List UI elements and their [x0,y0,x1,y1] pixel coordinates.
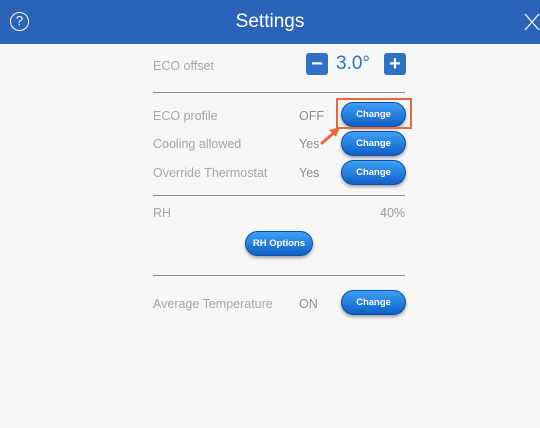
override-thermostat-status: Yes [299,166,320,180]
eco-profile-label: ECO profile [153,109,218,123]
divider [153,92,405,93]
average-temperature-change-button[interactable]: Change [341,290,406,315]
override-thermostat-change-button[interactable]: Change [341,160,406,185]
minus-icon[interactable]: − [306,53,328,75]
cooling-allowed-change-button[interactable]: Change [341,131,406,156]
cooling-allowed-label: Cooling allowed [153,137,242,151]
highlight-box [336,98,412,129]
divider [153,195,405,196]
rh-value: 40% [380,206,406,220]
divider [153,275,405,276]
rh-options-button[interactable]: RH Options [245,231,313,256]
settings-header: ? Settings [0,0,540,44]
rh-label: RH [153,206,172,220]
page-title: Settings [235,11,305,32]
eco-offset-label: ECO offset [153,59,214,73]
plus-icon[interactable]: + [384,53,406,75]
override-thermostat-label: Override Thermostat [153,166,268,180]
eco-offset-value: 3.0° [336,53,371,74]
close-icon[interactable] [522,12,540,32]
cooling-allowed-status: Yes [299,137,320,151]
average-temperature-label: Average Temperature [153,297,273,311]
eco-profile-status: OFF [299,109,324,123]
average-temperature-status: ON [299,297,318,311]
